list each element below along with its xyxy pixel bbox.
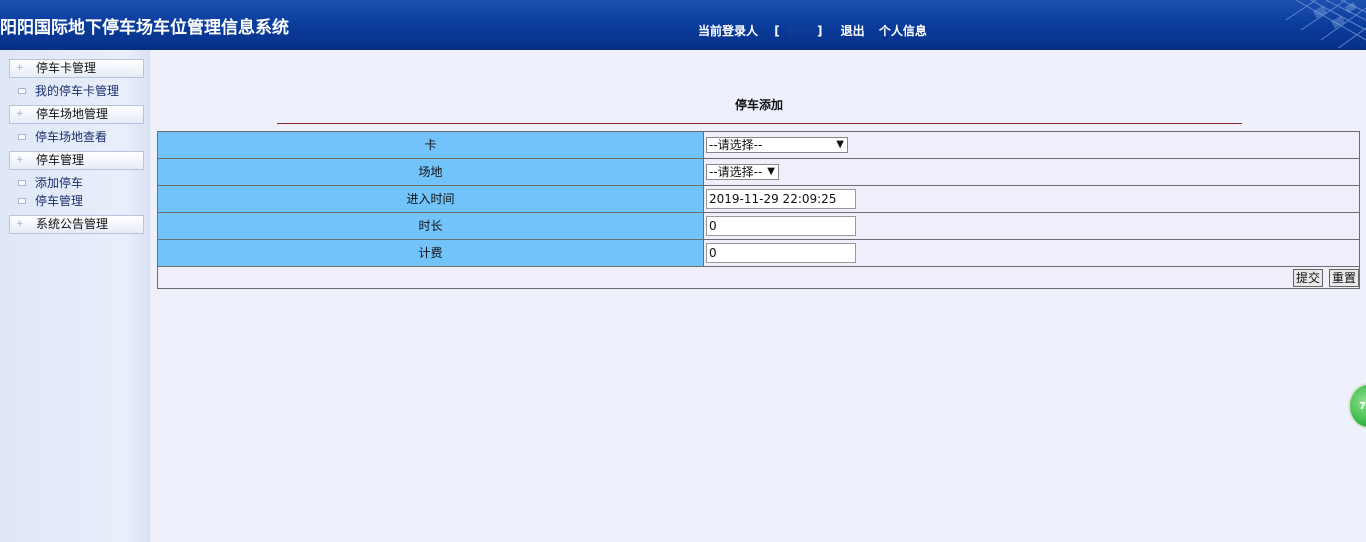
profile-link[interactable]: 个人信息: [879, 22, 927, 39]
select-value: --请选择--: [709, 165, 763, 179]
fee-input[interactable]: 0: [706, 243, 856, 263]
field-cell: 2019-11-29 22:09:25: [704, 186, 1359, 212]
app-header: 阳阳国际地下停车场车位管理信息系统 当前登录人 [ 123 ] 退出 个人信息: [0, 0, 1366, 50]
field-label: 卡: [158, 132, 704, 158]
menu-group-parking[interactable]: + 停车管理: [9, 151, 144, 170]
username: 123: [786, 24, 810, 38]
menu-item-label: 我的停车卡管理: [35, 84, 120, 98]
expand-icon: +: [16, 63, 24, 73]
expand-icon: +: [16, 109, 24, 119]
form-row-lot: 场地 --请选择-- ▼: [158, 159, 1359, 186]
form-row-duration: 时长 0: [158, 213, 1359, 240]
menu-item-view-parking-lot[interactable]: 停车场地查看: [18, 129, 107, 145]
menu-group-parking-card[interactable]: + 停车卡管理: [9, 59, 144, 78]
main-content: 停车添加 卡 --请选择-- ▼ 场地 --请选择-- ▼ 进入时间 2019-…: [152, 50, 1366, 542]
select-value: --请选择--: [709, 138, 763, 152]
doc-icon: [18, 179, 26, 186]
parking-add-form: 卡 --请选择-- ▼ 场地 --请选择-- ▼ 进入时间 2019-11-29…: [157, 131, 1360, 289]
header-decoration: [1285, 0, 1366, 48]
menu-item-label: 添加停车: [35, 176, 84, 190]
dropdown-arrow-icon: ▼: [836, 139, 844, 150]
menu-item-label: 停车管理: [35, 194, 84, 208]
menu-item-label: 停车场地查看: [35, 130, 108, 144]
menu-group-parking-lot[interactable]: + 停车场地管理: [9, 105, 144, 124]
menu-item-parking-management[interactable]: 停车管理: [18, 193, 83, 209]
field-label: 时长: [158, 213, 704, 239]
field-cell: --请选择-- ▼: [704, 132, 1359, 158]
page-title: 停车添加: [734, 98, 783, 112]
title-divider: [277, 123, 1242, 124]
menu-group-label: 系统公告管理: [36, 217, 109, 231]
current-user-label: 当前登录人: [698, 24, 759, 38]
bracket-open: [: [774, 24, 780, 38]
doc-icon: [18, 133, 26, 140]
menu-group-label: 停车卡管理: [36, 61, 97, 75]
field-label: 计费: [158, 240, 704, 266]
field-label: 进入时间: [158, 186, 704, 212]
doc-icon: [18, 197, 26, 204]
dropdown-arrow-icon: ▼: [767, 166, 775, 177]
reset-button[interactable]: 重置: [1329, 269, 1359, 287]
form-actions: 提交 重置: [158, 267, 1359, 288]
menu-group-announcement[interactable]: + 系统公告管理: [9, 215, 144, 234]
menu-group-label: 停车管理: [36, 153, 85, 167]
field-cell: --请选择-- ▼: [704, 159, 1359, 185]
form-row-card: 卡 --请选择-- ▼: [158, 132, 1359, 159]
sidebar: + 停车卡管理 我的停车卡管理 + 停车场地管理 停车场地查看 + 停车管理 添…: [0, 50, 150, 542]
expand-icon: +: [16, 155, 24, 165]
menu-item-add-parking[interactable]: 添加停车: [18, 175, 83, 191]
menu-item-my-parking-card[interactable]: 我的停车卡管理: [18, 83, 119, 99]
field-label: 场地: [158, 159, 704, 185]
field-cell: 0: [704, 240, 1359, 266]
lot-select[interactable]: --请选择-- ▼: [706, 164, 779, 180]
bracket-close: ]: [816, 24, 823, 38]
app-title: 阳阳国际地下停车场车位管理信息系统: [0, 18, 289, 38]
field-cell: 0: [704, 213, 1359, 239]
form-row-fee: 计费 0: [158, 240, 1359, 267]
doc-icon: [18, 87, 26, 94]
user-bar: 当前登录人 [ 123 ] 退出 个人信息: [698, 22, 927, 39]
card-select[interactable]: --请选择-- ▼: [706, 137, 848, 153]
menu-group-label: 停车场地管理: [36, 107, 109, 121]
expand-icon: +: [16, 219, 24, 229]
entry-time-input[interactable]: 2019-11-29 22:09:25: [706, 189, 856, 209]
logout-link[interactable]: 退出: [841, 22, 865, 39]
submit-button[interactable]: 提交: [1293, 269, 1324, 287]
duration-input[interactable]: 0: [706, 216, 856, 236]
form-row-entry-time: 进入时间 2019-11-29 22:09:25: [158, 186, 1359, 213]
